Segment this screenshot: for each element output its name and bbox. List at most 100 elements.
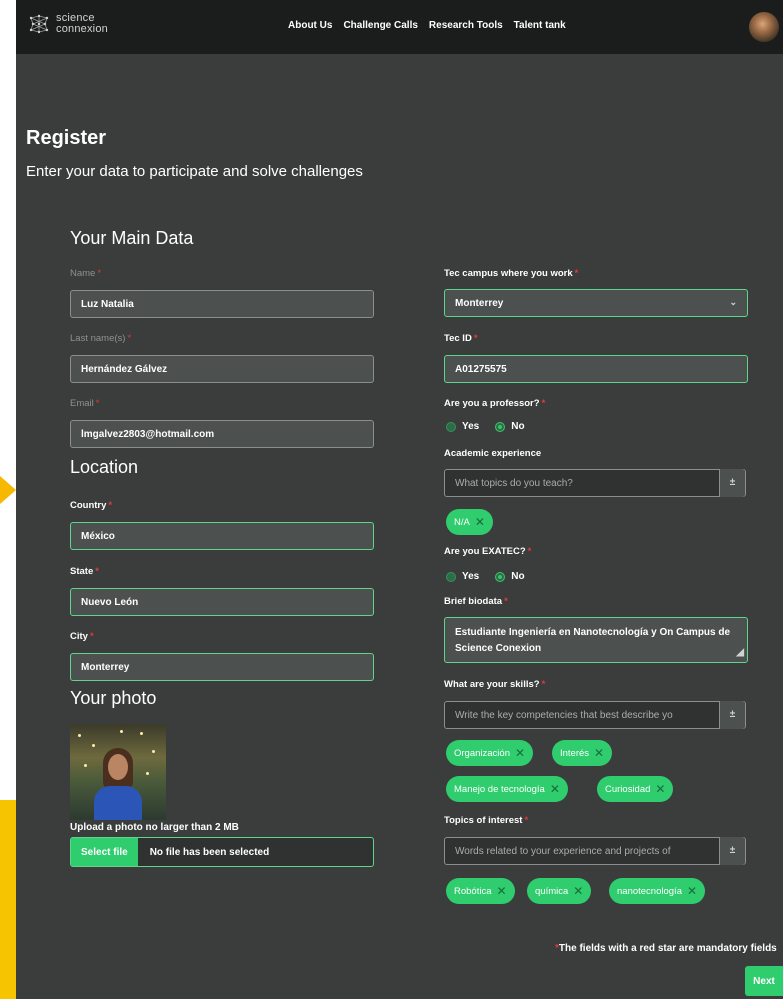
professor-yes-radio[interactable] <box>446 421 456 432</box>
exatec-yes-radio[interactable] <box>446 571 456 582</box>
topic-tag: química ✕ <box>527 878 592 904</box>
skills-input[interactable]: Write the key competencies that best des… <box>444 700 746 729</box>
photo-shirt <box>94 786 142 820</box>
campus-select[interactable]: Monterrey ⌄ <box>444 289 748 317</box>
campus-value: Monterrey <box>455 297 504 309</box>
name-field[interactable]: Luz Natalia <box>70 290 374 318</box>
logo-network-icon <box>28 13 50 35</box>
tecid-value: A01275575 <box>455 363 507 375</box>
nav-links: About Us Challenge Calls Research Tools … <box>288 20 566 31</box>
tecid-label: Tec ID * <box>444 333 478 344</box>
chevron-down-icon: ⌄ <box>729 297 737 307</box>
exatec-label: Are you EXATEC? * <box>444 546 531 557</box>
topics-label-text: Topics of interest <box>444 815 523 826</box>
bio-textarea[interactable]: Estudiante Ingeniería en Nanotecnología … <box>444 617 748 663</box>
top-navbar: science connexion About Us Challenge Cal… <box>16 0 783 54</box>
logo-line-2: connexion <box>56 23 108 35</box>
state-value: Nuevo León <box>81 596 139 608</box>
academic-placeholder: What topics do you teach? <box>455 477 573 489</box>
tecid-field[interactable]: A01275575 <box>444 355 748 383</box>
skills-label-text: What are your skills? <box>444 679 540 690</box>
required-star: * <box>527 546 532 557</box>
tag-label: Curiosidad <box>605 783 651 795</box>
professor-no-radio[interactable] <box>495 421 506 432</box>
tag-label: N/A <box>454 516 470 528</box>
topics-input[interactable]: Words related to your experience and pro… <box>444 836 746 865</box>
exatec-yes-label: Yes <box>462 571 480 582</box>
photo-light <box>92 744 95 747</box>
file-upload: Select file No file has been selected <box>70 837 374 867</box>
email-field[interactable]: lmgalvez2803@hotmail.com <box>70 420 374 448</box>
remove-tag-icon[interactable]: ✕ <box>573 884 583 898</box>
skill-tag: Organización ✕ <box>446 740 534 766</box>
country-field[interactable]: México <box>70 522 374 550</box>
professor-yes-label: Yes <box>462 421 480 432</box>
tag-label: nanotecnología <box>617 885 682 897</box>
file-status: No file has been selected <box>149 846 270 858</box>
skill-tag: Interés ✕ <box>552 740 613 766</box>
remove-tag-icon[interactable]: ✕ <box>497 884 507 898</box>
photo-light <box>84 764 87 767</box>
nav-research-tools[interactable]: Research Tools <box>429 20 503 31</box>
required-star: * <box>95 398 100 409</box>
add-skill-button[interactable]: ± <box>719 700 745 729</box>
name-label-text: Name <box>70 268 96 279</box>
tag-label: Interés <box>560 747 590 759</box>
country-label: Country * <box>70 500 112 511</box>
add-topic-button[interactable]: ± <box>719 468 745 497</box>
bio-label: Brief biodata * <box>444 596 508 607</box>
select-file-button[interactable]: Select file <box>71 838 138 866</box>
academic-input[interactable]: What topics do you teach? ± <box>444 468 746 497</box>
lastname-label: Last name(s) * <box>70 333 131 344</box>
tecid-label-text: Tec ID <box>444 333 472 344</box>
photo-light <box>78 734 81 737</box>
page-title: Register <box>26 127 107 149</box>
exatec-no-radio[interactable] <box>495 571 506 582</box>
resize-handle-icon[interactable]: ◢ <box>736 645 744 661</box>
state-label-text: State <box>70 566 94 577</box>
remove-tag-icon[interactable]: ✕ <box>655 782 665 796</box>
topics-label: Topics of interest * <box>444 815 528 826</box>
email-value: lmgalvez2803@hotmail.com <box>81 428 215 440</box>
professor-radio-group: Yes No <box>446 421 525 432</box>
location-heading: Location <box>70 457 139 477</box>
upload-note: Upload a photo no larger than 2 MB <box>70 822 239 833</box>
city-label: City * <box>70 631 94 642</box>
remove-tag-icon[interactable]: ✕ <box>594 746 604 760</box>
bio-value: Estudiante Ingeniería en Nanotecnología … <box>455 627 731 654</box>
country-label-text: Country <box>70 500 107 511</box>
lastname-field[interactable]: Hernández Gálvez <box>70 355 374 383</box>
nav-about-us[interactable]: About Us <box>288 20 332 31</box>
register-page: science connexion About Us Challenge Cal… <box>16 0 783 999</box>
remove-tag-icon[interactable]: ✕ <box>550 782 560 796</box>
campus-label-text: Tec campus where you work <box>444 268 573 279</box>
professor-no-label: No <box>511 421 525 432</box>
city-field[interactable]: Monterrey <box>70 653 374 681</box>
logo-text: science connexion <box>56 13 108 35</box>
nav-challenge-calls[interactable]: Challenge Calls <box>343 20 417 31</box>
skills-placeholder: Write the key competencies that best des… <box>455 709 673 721</box>
academic-tag: N/A ✕ <box>446 509 493 535</box>
user-avatar[interactable] <box>749 12 779 42</box>
tag-label: química <box>535 885 569 897</box>
add-interest-button[interactable]: ± <box>719 836 745 865</box>
site-logo[interactable]: science connexion <box>28 13 108 35</box>
remove-tag-icon[interactable]: ✕ <box>687 884 697 898</box>
photo-light <box>146 772 149 775</box>
remove-tag-icon[interactable]: ✕ <box>475 515 485 529</box>
skill-tag: Manejo de tecnología ✕ <box>446 776 568 802</box>
profile-photo <box>70 724 166 820</box>
city-label-text: City <box>70 631 88 642</box>
state-field[interactable]: Nuevo León <box>70 588 374 616</box>
required-star: * <box>541 398 546 409</box>
remove-tag-icon[interactable]: ✕ <box>515 746 525 760</box>
lastname-label-text: Last name(s) <box>70 333 126 344</box>
topic-tag: nanotecnología ✕ <box>609 878 706 904</box>
next-button[interactable]: Next <box>745 966 783 996</box>
tag-label: Robótica <box>454 885 492 897</box>
required-star: * <box>504 596 508 607</box>
lastname-value: Hernández Gálvez <box>81 363 168 375</box>
nav-talent-tank[interactable]: Talent tank <box>514 20 566 31</box>
skill-tag: Curiosidad ✕ <box>597 776 674 802</box>
photo-heading: Your photo <box>70 688 157 708</box>
